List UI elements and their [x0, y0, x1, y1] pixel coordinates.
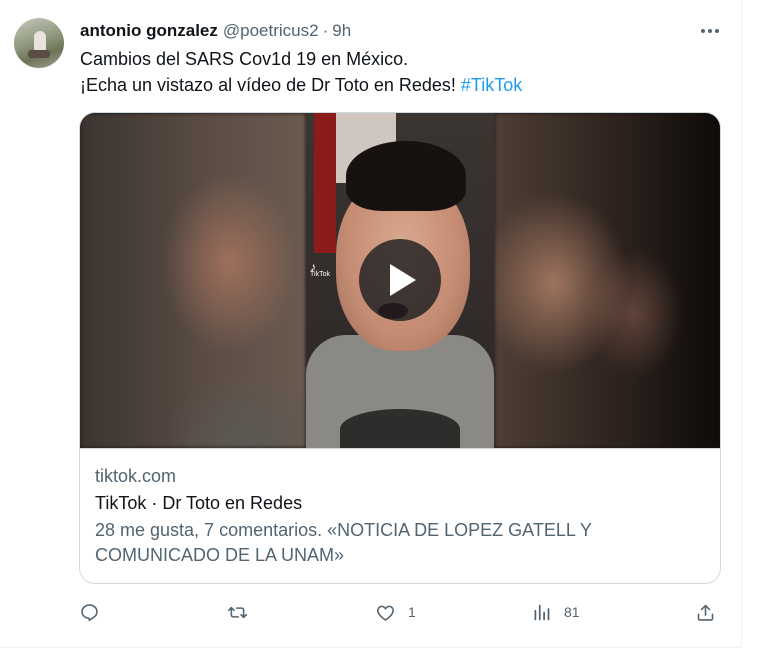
views-button[interactable]: 81: [531, 598, 580, 626]
retweet-icon: [227, 606, 248, 618]
author-name[interactable]: antonio gonzalez: [80, 21, 218, 41]
like-count: 1: [408, 604, 416, 620]
play-icon[interactable]: [359, 239, 441, 321]
views-chart-icon: [534, 604, 550, 620]
card-title: TikTok · Dr Toto en Redes: [95, 493, 303, 513]
card-info[interactable]: tiktok.com TikTok · Dr Toto en Redes 28 …: [80, 448, 720, 583]
tweet-header: antonio gonzalez @poetricus2 · 9h: [80, 20, 351, 42]
blurred-background-right: [494, 113, 720, 448]
tiktok-watermark: ♪ TikTok: [310, 260, 330, 279]
tweet-time[interactable]: 9h: [332, 21, 351, 41]
share-button[interactable]: [695, 598, 716, 626]
share-icon: [697, 604, 714, 621]
author-handle[interactable]: @poetricus2: [223, 21, 319, 41]
more-dots-icon[interactable]: [699, 22, 721, 40]
action-bar: 1 81: [79, 598, 719, 626]
views-count: 81: [564, 604, 580, 620]
heart-icon: [377, 605, 394, 621]
tiktok-logo-icon: ♪: [310, 260, 316, 274]
link-card[interactable]: ♪ TikTok tiktok.com TikTok · Dr Toto en …: [79, 112, 721, 584]
tweet-text-line-1: Cambios del SARS Cov1d 19 en México.: [80, 49, 409, 69]
tweet-text: Cambios del SARS Cov1d 19 en México. ¡Ec…: [80, 46, 522, 98]
header-separator: ·: [322, 21, 329, 40]
retweet-button[interactable]: [227, 598, 260, 626]
like-button[interactable]: 1: [375, 598, 416, 626]
tweet-text-line-2: ¡Echa un vistazo al vídeo de Dr Toto en …: [80, 72, 522, 98]
card-description-line-2: COMUNICADO DE LA UNAM»: [95, 545, 345, 565]
tiktok-watermark-text: TikTok: [310, 271, 330, 278]
avatar[interactable]: [14, 18, 64, 68]
tweet-text-line-2-body: ¡Echa un vistazo al vídeo de Dr Toto en …: [80, 75, 461, 95]
blurred-background-left: [80, 113, 306, 448]
card-description-line-1: 28 me gusta, 7 comentarios. «NOTICIA DE …: [95, 520, 592, 540]
reply-icon: [81, 603, 98, 621]
video-thumbnail[interactable]: ♪ TikTok: [80, 113, 720, 448]
card-domain: tiktok.com: [95, 466, 177, 486]
reply-button[interactable]: [79, 598, 112, 626]
card-description: 28 me gusta, 7 comentarios. «NOTICIA DE …: [95, 518, 705, 568]
hashtag-link[interactable]: #TikTok: [461, 75, 522, 95]
avatar-bench: [28, 50, 50, 58]
tweet[interactable]: antonio gonzalez @poetricus2 · 9h Cambio…: [0, 0, 742, 648]
